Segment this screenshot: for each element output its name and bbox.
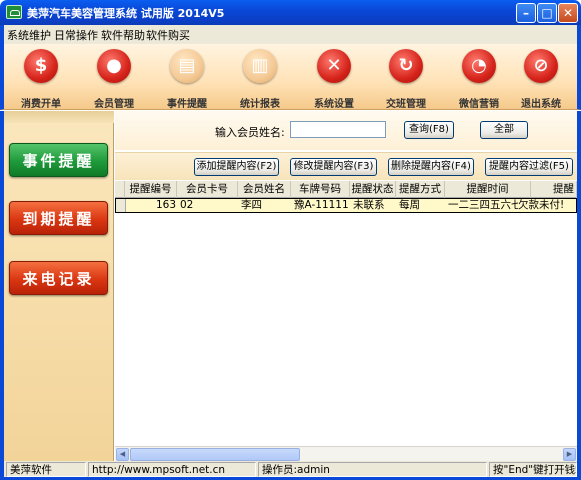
status-hint: 按"End"键打开钱箱 — [489, 462, 577, 477]
row-selector[interactable] — [116, 199, 126, 212]
toolbar-label: 会员管理 — [94, 99, 134, 110]
exit-icon: ⊘ — [524, 49, 558, 83]
row-selector-header — [115, 181, 125, 198]
reminder-table: 提醒编号 会员卡号 会员姓名 车牌号码 提醒状态 提醒方式 提醒时间 提醒 16… — [115, 181, 577, 446]
horizontal-scrollbar[interactable]: ◀ ▶ — [115, 446, 577, 461]
close-button[interactable]: ✕ — [558, 3, 578, 23]
wechat-icon: ◔ — [462, 49, 496, 83]
maximize-button[interactable]: □ — [537, 3, 557, 23]
table-row[interactable]: 163 02 李四 豫A-11111 未联系 每周 一二三四五六七 欠款未付! — [115, 198, 577, 213]
menu-bar: 系统维护 日常操作 软件帮助 软件购买 — [0, 25, 581, 44]
show-all-button[interactable]: 全部 — [480, 121, 528, 139]
action-strip: 添加提醒内容(F2) 修改提醒内容(F3) 删除提醒内容(F4) 提醒内容过滤(… — [115, 152, 577, 180]
search-bar: 输入会员姓名: 查询(F8) 全部 — [115, 111, 577, 150]
toolbar-label: 事件提醒 — [167, 99, 207, 110]
column-header[interactable]: 车牌号码 — [291, 181, 350, 198]
toolbar-checkout-button[interactable]: $ 消费开单 — [6, 47, 76, 110]
toolbar-label: 交班管理 — [386, 99, 426, 110]
toolbar-label: 微信营销 — [459, 99, 499, 110]
cell-status: 未联系 — [353, 199, 385, 211]
column-header[interactable]: 提醒时间 — [445, 181, 531, 198]
query-button[interactable]: 查询(F8) — [404, 121, 454, 139]
window-frame-right — [577, 111, 581, 461]
column-header[interactable]: 提醒编号 — [125, 181, 177, 198]
menu-help[interactable]: 软件帮助 — [101, 27, 145, 43]
column-header[interactable]: 提醒方式 — [396, 181, 445, 198]
toolbar-member-button[interactable]: ● 会员管理 — [79, 47, 149, 110]
member-name-input[interactable] — [290, 121, 386, 138]
add-reminder-button[interactable]: 添加提醒内容(F2) — [194, 158, 279, 176]
filter-reminder-button[interactable]: 提醒内容过滤(F5) — [485, 158, 573, 176]
edit-reminder-button[interactable]: 修改提醒内容(F3) — [290, 158, 377, 176]
cell-member-name: 李四 — [241, 199, 262, 211]
app-car-icon — [6, 5, 22, 19]
nav-call-log-button[interactable]: 来电记录 — [9, 261, 108, 295]
title-bar[interactable]: 美萍汽车美容管理系统 试用版 2014V5 – □ ✕ — [0, 0, 581, 25]
menu-daily-operations[interactable]: 日常操作 — [54, 27, 98, 43]
status-operator: 操作员:admin — [258, 462, 487, 477]
table-header: 提醒编号 会员卡号 会员姓名 车牌号码 提醒状态 提醒方式 提醒时间 提醒 — [115, 181, 577, 198]
status-company: 美萍软件 — [6, 462, 86, 477]
menu-purchase[interactable]: 软件购买 — [146, 27, 190, 43]
toolbar-label: 统计报表 — [240, 99, 280, 110]
column-header[interactable]: 提醒 — [531, 181, 577, 198]
dollar-icon: $ — [24, 49, 58, 83]
cell-content: 欠款未付! — [518, 199, 565, 211]
book-icon: ▤ — [170, 49, 204, 83]
toolbar-reports-button[interactable]: ▥ 统计报表 — [225, 47, 295, 110]
left-panel-header — [4, 111, 114, 123]
toolbar-settings-button[interactable]: ✕ 系统设置 — [299, 47, 369, 110]
nav-event-reminder-button[interactable]: 事件提醒 — [9, 143, 108, 177]
member-name-label: 输入会员姓名: — [215, 126, 285, 139]
toolbar-shift-button[interactable]: ↻ 交班管理 — [371, 47, 441, 110]
delete-reminder-button[interactable]: 删除提醒内容(F4) — [388, 158, 474, 176]
main-toolbar: $ 消费开单 ● 会员管理 ▤ 事件提醒 ▥ 统计报表 ✕ 系统设置 ↻ 交班管… — [0, 44, 581, 110]
refresh-icon: ↻ — [389, 49, 423, 83]
status-bar: 美萍软件 http://www.mpsoft.net.cn 操作员:admin … — [0, 461, 581, 480]
nav-expiry-reminder-button[interactable]: 到期提醒 — [9, 201, 108, 235]
main-content: 输入会员姓名: 查询(F8) 全部 添加提醒内容(F2) 修改提醒内容(F3) … — [115, 111, 577, 461]
toolbar-label: 退出系统 — [521, 99, 561, 110]
toolbar-label: 系统设置 — [314, 99, 354, 110]
scroll-right-icon[interactable]: ▶ — [563, 448, 576, 461]
toolbar-exit-button[interactable]: ⊘ 退出系统 — [506, 47, 576, 110]
member-icon: ● — [97, 49, 131, 83]
cell-reminder-id: 163 — [155, 199, 176, 211]
menu-system-maintenance[interactable]: 系统维护 — [7, 27, 51, 43]
toolbar-wechat-button[interactable]: ◔ 微信营销 — [444, 47, 514, 110]
column-header[interactable]: 会员姓名 — [238, 181, 291, 198]
toolbar-label: 消费开单 — [21, 99, 61, 110]
minimize-button[interactable]: – — [516, 3, 536, 23]
window-title: 美萍汽车美容管理系统 试用版 2014V5 — [27, 7, 225, 20]
tools-icon: ✕ — [317, 49, 351, 83]
cell-method: 每周 — [399, 199, 420, 211]
toolbar-reminder-button[interactable]: ▤ 事件提醒 — [152, 47, 222, 110]
scroll-thumb[interactable] — [130, 448, 300, 461]
left-nav-panel: 事件提醒 到期提醒 来电记录 — [4, 111, 114, 461]
cell-plate-no: 豫A-11111 — [294, 199, 349, 211]
scroll-left-icon[interactable]: ◀ — [116, 448, 129, 461]
status-url: http://www.mpsoft.net.cn — [88, 462, 256, 477]
column-header[interactable]: 提醒状态 — [350, 181, 396, 198]
chart-icon: ▥ — [243, 49, 277, 83]
cell-time: 一二三四五六七 — [448, 199, 518, 211]
cell-card-no: 02 — [180, 199, 194, 211]
column-header[interactable]: 会员卡号 — [177, 181, 238, 198]
